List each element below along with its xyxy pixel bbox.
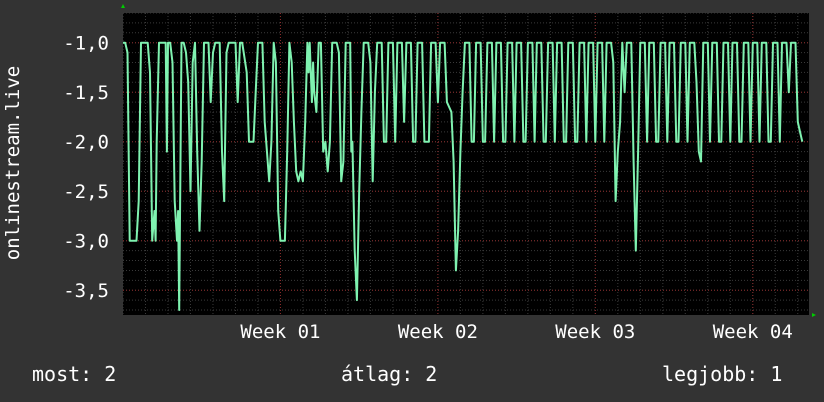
y-axis-label: onlinestream.live <box>2 66 24 260</box>
x-tick-label: Week 04 <box>713 321 793 343</box>
x-tick-label: Week 02 <box>398 321 478 343</box>
chart-window: -1,0 -1,5 -2,0 -2,5 -3,0 -3,5 Week 01 Week 02 W… <box>0 0 824 402</box>
chart: -1,0-1,5-2,0-2,5-3,0-3,5 Week 01 Week 02 W… <box>2 4 816 343</box>
y-tick-label: -1,5 <box>63 82 109 104</box>
y-tick-label: -3,5 <box>63 280 109 302</box>
y-tick-label: -3,0 <box>63 231 109 253</box>
stat-current: most: 2 <box>32 362 117 386</box>
y-tick-label: -1,0 <box>63 33 109 55</box>
stat-average: átlag: 2 <box>341 362 438 386</box>
x-axis-arrow-icon <box>812 313 816 317</box>
y-axis-ticks: -1,0 -1,5 -2,0 -2,5 -3,0 -3,5 <box>63 33 109 303</box>
y-axis-arrow-icon <box>121 4 125 8</box>
x-tick-label: Week 03 <box>555 321 635 343</box>
x-tick-label: Week 01 <box>240 321 320 343</box>
y-tick-label: -2,0 <box>63 132 109 154</box>
x-axis-ticks: Week 01 Week 02 Week 03 Week 04 <box>240 321 792 343</box>
y-tick-label: -2,5 <box>63 181 109 203</box>
stat-best: legjobb: 1 <box>662 362 783 386</box>
